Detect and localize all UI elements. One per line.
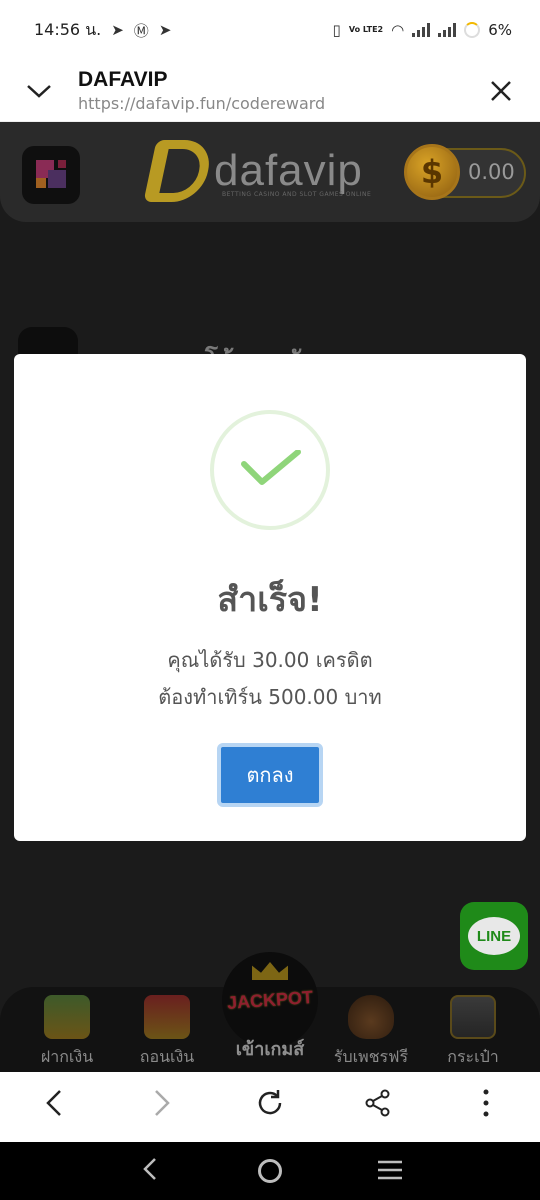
logo-tagline: BETTING CASINO AND SLOT GAMES ONLINE bbox=[222, 191, 372, 198]
coin-icon: $ bbox=[404, 144, 460, 200]
nav-withdraw-label: ถอนเงิน bbox=[139, 1047, 195, 1066]
ok-button[interactable]: ตกลง bbox=[217, 743, 323, 807]
app-notification-icon: Ⓜ bbox=[133, 21, 149, 40]
nav-enter-game-label: เข้าเกมส์ bbox=[235, 1039, 305, 1060]
site-top-bar: dafavip BETTING CASINO AND SLOT GAMES ON… bbox=[0, 122, 540, 222]
nav-withdraw[interactable]: ถอนเงิน bbox=[122, 995, 212, 1070]
nav-deposit[interactable]: ฝากเงิน bbox=[22, 995, 112, 1070]
logo-d-icon bbox=[143, 140, 215, 202]
apps-menu-button[interactable] bbox=[22, 146, 80, 204]
dialog-title: สำเร็จ! bbox=[217, 580, 323, 620]
volte-indicator: Vo LTE2 bbox=[348, 25, 384, 34]
dialog-line-turnover: ต้องทำเทิร์น 500.00 บาท bbox=[158, 685, 382, 709]
line-chat-button[interactable]: LINE bbox=[460, 902, 528, 970]
signal-icon-2 bbox=[438, 23, 457, 37]
system-home-icon[interactable] bbox=[250, 1159, 290, 1183]
url-text[interactable]: https://dafavip.fun/codereward bbox=[78, 94, 462, 113]
back-arrow-icon[interactable] bbox=[24, 1089, 84, 1125]
wallet-icon bbox=[450, 995, 496, 1039]
clock: 14:56 น. bbox=[34, 19, 102, 39]
checkmark-icon bbox=[241, 450, 301, 485]
battery-percent: 6% bbox=[488, 21, 512, 39]
battery-icon bbox=[464, 22, 481, 38]
browser-header: DAFAVIP https://dafavip.fun/codereward bbox=[0, 60, 540, 122]
nav-wallet[interactable]: กระเป๋า bbox=[428, 995, 518, 1070]
system-nav-bar bbox=[0, 1142, 540, 1200]
system-recents-icon[interactable] bbox=[370, 1155, 410, 1188]
diamond-bag-icon bbox=[348, 995, 394, 1039]
logo-word: dafavip bbox=[214, 146, 363, 195]
nav-free-diamond-label: รับเพชรฟรี bbox=[333, 1047, 409, 1066]
dialog-message: คุณได้รับ 30.00 เครดิต ต้องทำเทิร์น 500.… bbox=[14, 642, 526, 716]
share-icon[interactable] bbox=[348, 1089, 408, 1125]
status-bar: 14:56 น. ➤ Ⓜ ➤ ▯ Vo LTE2 ◠ 6% bbox=[0, 0, 540, 60]
browser-toolbar bbox=[0, 1072, 540, 1142]
wifi-icon: ◠ bbox=[391, 21, 405, 39]
crown-icon bbox=[252, 962, 288, 980]
balance-value: 0.00 bbox=[468, 160, 515, 184]
vibrate-icon: ▯ bbox=[332, 21, 341, 39]
close-icon[interactable] bbox=[462, 79, 540, 103]
dialog-line-credit: คุณได้รับ 30.00 เครดิต bbox=[167, 648, 373, 672]
nav-wallet-label: กระเป๋า bbox=[447, 1047, 499, 1066]
apps-grid-icon bbox=[36, 160, 66, 190]
site-title: DAFAVIP bbox=[78, 68, 168, 91]
signal-icon bbox=[412, 23, 431, 37]
nav-free-diamond[interactable]: รับเพชรฟรี bbox=[326, 995, 416, 1070]
telegram-icon: ➤ bbox=[111, 21, 124, 39]
nav-deposit-label: ฝากเงิน bbox=[40, 1047, 94, 1066]
withdraw-icon bbox=[144, 995, 190, 1039]
dafavip-logo: dafavip BETTING CASINO AND SLOT GAMES ON… bbox=[143, 140, 371, 202]
system-back-icon[interactable] bbox=[130, 1155, 170, 1188]
success-dialog: สำเร็จ! คุณได้รับ 30.00 เครดิต ต้องทำเทิ… bbox=[14, 354, 526, 841]
reload-icon[interactable] bbox=[240, 1088, 300, 1126]
more-menu-icon[interactable] bbox=[456, 1089, 516, 1125]
deposit-icon bbox=[44, 995, 90, 1039]
collapse-chevron-icon[interactable] bbox=[0, 83, 78, 99]
forward-arrow-icon[interactable] bbox=[132, 1089, 192, 1125]
telegram-icon-2: ➤ bbox=[158, 21, 172, 39]
line-icon: LINE bbox=[468, 917, 520, 955]
jackpot-badge: JACKPOT bbox=[226, 986, 314, 1013]
